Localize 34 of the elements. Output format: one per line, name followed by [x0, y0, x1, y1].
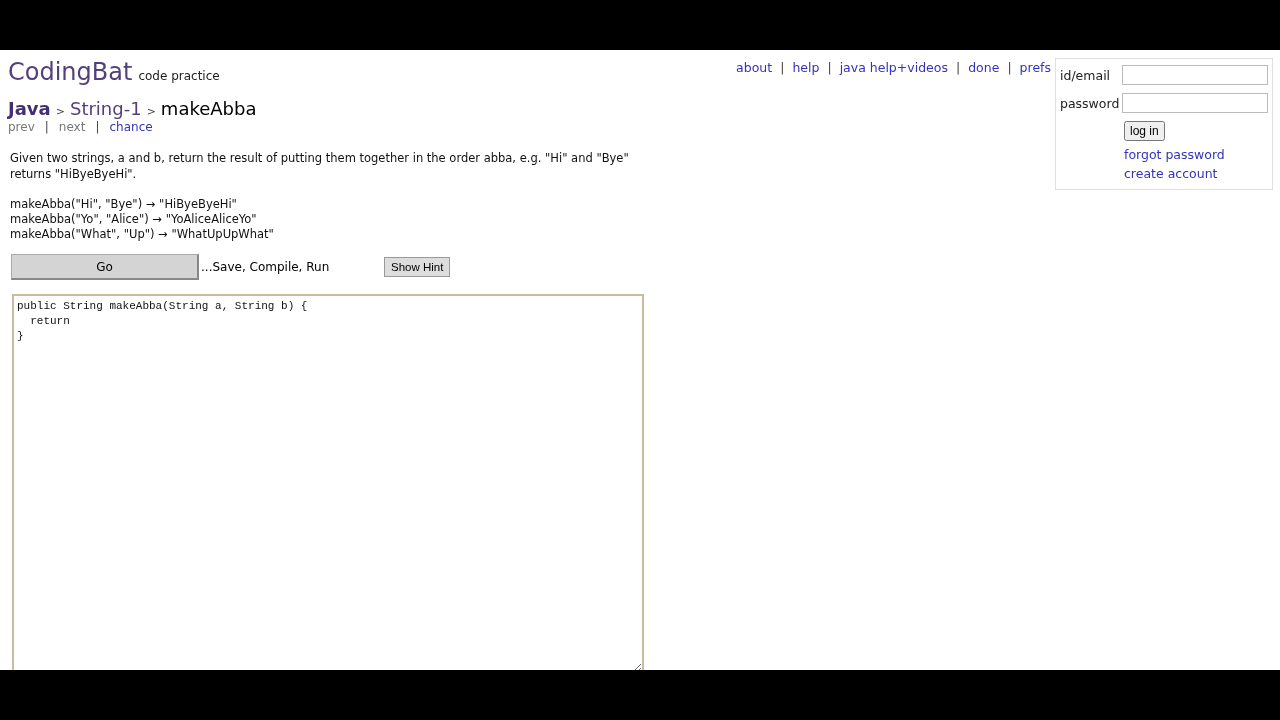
password-field[interactable]: [1122, 93, 1268, 113]
breadcrumb-link[interactable]: String-1: [69, 98, 142, 119]
nav-link[interactable]: prefs: [1019, 60, 1051, 78]
field-label: id/email: [1060, 67, 1112, 83]
separator: |: [827, 60, 832, 77]
problem-description: Given two strings, a and b, return the result of putting them together in the order abba, e.g. "Hi" and "Bye" returns "HiByeByeHi".: [10, 150, 630, 182]
separator: |: [955, 60, 961, 77]
breadcrumb-separator: >: [55, 105, 65, 118]
nav-link[interactable]: help: [792, 60, 820, 78]
go-button[interactable]: Go: [11, 254, 199, 280]
site-logo[interactable]: CodingBat: [8, 58, 133, 86]
account-link[interactable]: forgot password: [1124, 147, 1225, 162]
go-note: ...Save, Compile, Run: [201, 260, 331, 274]
nav-link[interactable]: java help+videos: [839, 60, 948, 78]
show-hint-button[interactable]: Show Hint: [384, 257, 451, 277]
separator: |: [44, 120, 49, 134]
separator: |: [95, 120, 100, 134]
account-link[interactable]: create account: [1124, 166, 1218, 181]
nav-link[interactable]: about: [736, 60, 773, 78]
separator: |: [1007, 60, 1012, 77]
breadcrumb-link[interactable]: Java: [8, 98, 51, 119]
nav-link[interactable]: done: [968, 60, 1000, 78]
code-editor[interactable]: public String makeAbba(String a, String b) { return }: [12, 294, 644, 670]
separator: |: [780, 60, 785, 77]
example-line: makeAbba("What", "Up") → "WhatUpUpWhat": [10, 227, 275, 242]
email-field[interactable]: [1122, 65, 1268, 85]
example-line: makeAbba("Yo", "Alice") → "YoAliceAliceYo": [10, 212, 258, 227]
field-label: password: [1060, 95, 1121, 111]
page-title: makeAbba: [160, 98, 257, 119]
breadcrumb-separator: >: [146, 105, 156, 118]
login-button[interactable]: log in: [1124, 121, 1165, 141]
example-line: makeAbba("Hi", "Bye") → "HiByeByeHi": [10, 197, 238, 212]
pager-link[interactable]: chance: [109, 120, 153, 134]
tagline: code practice: [138, 69, 220, 83]
